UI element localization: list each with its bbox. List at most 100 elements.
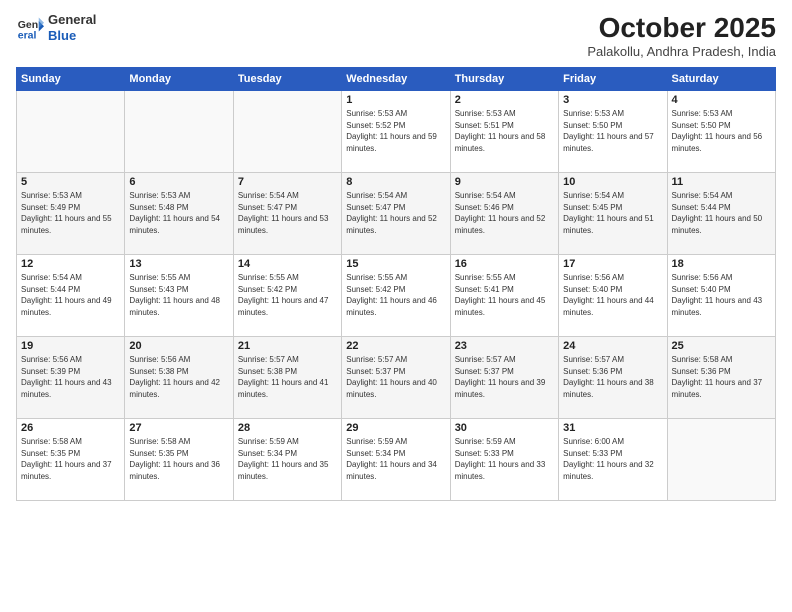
- day-info: Sunrise: 5:58 AM Sunset: 5:35 PM Dayligh…: [21, 436, 120, 482]
- day-cell: 6 Sunrise: 5:53 AM Sunset: 5:48 PM Daylig…: [125, 173, 233, 255]
- day-cell: 5 Sunrise: 5:53 AM Sunset: 5:49 PM Daylig…: [17, 173, 125, 255]
- day-info: Sunrise: 5:55 AM Sunset: 5:41 PM Dayligh…: [455, 272, 554, 318]
- day-cell: 28 Sunrise: 5:59 AM Sunset: 5:34 PM Dayli…: [233, 419, 341, 501]
- week-row-1: 5 Sunrise: 5:53 AM Sunset: 5:49 PM Daylig…: [17, 173, 776, 255]
- day-cell: 23 Sunrise: 5:57 AM Sunset: 5:37 PM Dayli…: [450, 337, 558, 419]
- day-number: 1: [346, 94, 445, 106]
- day-cell: 19 Sunrise: 5:56 AM Sunset: 5:39 PM Dayli…: [17, 337, 125, 419]
- week-row-4: 26 Sunrise: 5:58 AM Sunset: 5:35 PM Dayli…: [17, 419, 776, 501]
- month-title: October 2025: [587, 12, 776, 44]
- day-number: 14: [238, 258, 337, 270]
- day-cell: 25 Sunrise: 5:58 AM Sunset: 5:36 PM Dayli…: [667, 337, 775, 419]
- day-cell: 14 Sunrise: 5:55 AM Sunset: 5:42 PM Dayli…: [233, 255, 341, 337]
- day-number: 3: [563, 94, 662, 106]
- day-number: 19: [21, 340, 120, 352]
- day-info: Sunrise: 5:53 AM Sunset: 5:50 PM Dayligh…: [563, 108, 662, 154]
- day-number: 4: [672, 94, 771, 106]
- day-number: 9: [455, 176, 554, 188]
- calendar-table: SundayMondayTuesdayWednesdayThursdayFrid…: [16, 67, 776, 501]
- day-number: 11: [672, 176, 771, 188]
- logo-general: General: [48, 12, 96, 28]
- day-number: 8: [346, 176, 445, 188]
- week-row-3: 19 Sunrise: 5:56 AM Sunset: 5:39 PM Dayli…: [17, 337, 776, 419]
- day-number: 13: [129, 258, 228, 270]
- title-block: October 2025 Palakollu, Andhra Pradesh, …: [587, 12, 776, 59]
- weekday-header-saturday: Saturday: [667, 68, 775, 91]
- svg-text:eral: eral: [18, 29, 37, 41]
- day-cell: 11 Sunrise: 5:54 AM Sunset: 5:44 PM Dayli…: [667, 173, 775, 255]
- day-number: 15: [346, 258, 445, 270]
- day-number: 21: [238, 340, 337, 352]
- day-number: 30: [455, 422, 554, 434]
- day-number: 24: [563, 340, 662, 352]
- day-info: Sunrise: 5:53 AM Sunset: 5:49 PM Dayligh…: [21, 190, 120, 236]
- day-cell: 7 Sunrise: 5:54 AM Sunset: 5:47 PM Daylig…: [233, 173, 341, 255]
- day-number: 16: [455, 258, 554, 270]
- logo: Gen eral General Blue: [16, 12, 96, 43]
- day-info: Sunrise: 5:55 AM Sunset: 5:43 PM Dayligh…: [129, 272, 228, 318]
- day-cell: [667, 419, 775, 501]
- day-info: Sunrise: 5:54 AM Sunset: 5:44 PM Dayligh…: [672, 190, 771, 236]
- header-row: SundayMondayTuesdayWednesdayThursdayFrid…: [17, 68, 776, 91]
- calendar-container: Gen eral General Blue October 2025 Palak…: [0, 0, 792, 612]
- day-number: 22: [346, 340, 445, 352]
- header: Gen eral General Blue October 2025 Palak…: [16, 12, 776, 59]
- day-number: 29: [346, 422, 445, 434]
- day-info: Sunrise: 5:53 AM Sunset: 5:48 PM Dayligh…: [129, 190, 228, 236]
- day-info: Sunrise: 5:54 AM Sunset: 5:45 PM Dayligh…: [563, 190, 662, 236]
- day-cell: 29 Sunrise: 5:59 AM Sunset: 5:34 PM Dayli…: [342, 419, 450, 501]
- day-info: Sunrise: 5:54 AM Sunset: 5:47 PM Dayligh…: [346, 190, 445, 236]
- day-info: Sunrise: 6:00 AM Sunset: 5:33 PM Dayligh…: [563, 436, 662, 482]
- day-cell: 4 Sunrise: 5:53 AM Sunset: 5:50 PM Daylig…: [667, 91, 775, 173]
- day-number: 5: [21, 176, 120, 188]
- day-number: 23: [455, 340, 554, 352]
- day-info: Sunrise: 5:54 AM Sunset: 5:47 PM Dayligh…: [238, 190, 337, 236]
- day-number: 28: [238, 422, 337, 434]
- weekday-header-friday: Friday: [559, 68, 667, 91]
- day-info: Sunrise: 5:57 AM Sunset: 5:37 PM Dayligh…: [455, 354, 554, 400]
- day-cell: 24 Sunrise: 5:57 AM Sunset: 5:36 PM Dayli…: [559, 337, 667, 419]
- day-info: Sunrise: 5:56 AM Sunset: 5:40 PM Dayligh…: [672, 272, 771, 318]
- day-info: Sunrise: 5:56 AM Sunset: 5:39 PM Dayligh…: [21, 354, 120, 400]
- day-number: 2: [455, 94, 554, 106]
- day-cell: 22Sunrise: 5:57 AM Sunset: 5:37 PM Dayli…: [342, 337, 450, 419]
- day-info: Sunrise: 5:55 AM Sunset: 5:42 PM Dayligh…: [238, 272, 337, 318]
- logo-text: General Blue: [48, 12, 96, 43]
- day-cell: [17, 91, 125, 173]
- day-number: 26: [21, 422, 120, 434]
- day-info: Sunrise: 5:58 AM Sunset: 5:36 PM Dayligh…: [672, 354, 771, 400]
- weekday-header-wednesday: Wednesday: [342, 68, 450, 91]
- day-number: 6: [129, 176, 228, 188]
- weekday-header-thursday: Thursday: [450, 68, 558, 91]
- day-number: 31: [563, 422, 662, 434]
- day-info: Sunrise: 5:59 AM Sunset: 5:33 PM Dayligh…: [455, 436, 554, 482]
- day-number: 25: [672, 340, 771, 352]
- day-number: 10: [563, 176, 662, 188]
- day-info: Sunrise: 5:53 AM Sunset: 5:50 PM Dayligh…: [672, 108, 771, 154]
- day-cell: 26 Sunrise: 5:58 AM Sunset: 5:35 PM Dayli…: [17, 419, 125, 501]
- day-cell: [125, 91, 233, 173]
- day-cell: 18 Sunrise: 5:56 AM Sunset: 5:40 PM Dayli…: [667, 255, 775, 337]
- day-number: 7: [238, 176, 337, 188]
- day-cell: 2Sunrise: 5:53 AM Sunset: 5:51 PM Daylig…: [450, 91, 558, 173]
- day-info: Sunrise: 5:54 AM Sunset: 5:46 PM Dayligh…: [455, 190, 554, 236]
- day-number: 18: [672, 258, 771, 270]
- day-cell: 9 Sunrise: 5:54 AM Sunset: 5:46 PM Daylig…: [450, 173, 558, 255]
- location-subtitle: Palakollu, Andhra Pradesh, India: [587, 44, 776, 59]
- day-cell: 17Sunrise: 5:56 AM Sunset: 5:40 PM Dayli…: [559, 255, 667, 337]
- logo-blue: Blue: [48, 28, 96, 44]
- day-cell: 13 Sunrise: 5:55 AM Sunset: 5:43 PM Dayli…: [125, 255, 233, 337]
- day-cell: [233, 91, 341, 173]
- day-cell: 10 Sunrise: 5:54 AM Sunset: 5:45 PM Dayli…: [559, 173, 667, 255]
- day-info: Sunrise: 5:58 AM Sunset: 5:35 PM Dayligh…: [129, 436, 228, 482]
- day-cell: 3 Sunrise: 5:53 AM Sunset: 5:50 PM Daylig…: [559, 91, 667, 173]
- day-info: Sunrise: 5:53 AM Sunset: 5:52 PM Dayligh…: [346, 108, 445, 154]
- day-number: 12: [21, 258, 120, 270]
- day-info: Sunrise: 5:59 AM Sunset: 5:34 PM Dayligh…: [238, 436, 337, 482]
- day-info: Sunrise: 5:56 AM Sunset: 5:40 PM Dayligh…: [563, 272, 662, 318]
- day-info: Sunrise: 5:57 AM Sunset: 5:36 PM Dayligh…: [563, 354, 662, 400]
- weekday-header-sunday: Sunday: [17, 68, 125, 91]
- day-cell: 21Sunrise: 5:57 AM Sunset: 5:38 PM Dayli…: [233, 337, 341, 419]
- day-info: Sunrise: 5:59 AM Sunset: 5:34 PM Dayligh…: [346, 436, 445, 482]
- day-info: Sunrise: 5:56 AM Sunset: 5:38 PM Dayligh…: [129, 354, 228, 400]
